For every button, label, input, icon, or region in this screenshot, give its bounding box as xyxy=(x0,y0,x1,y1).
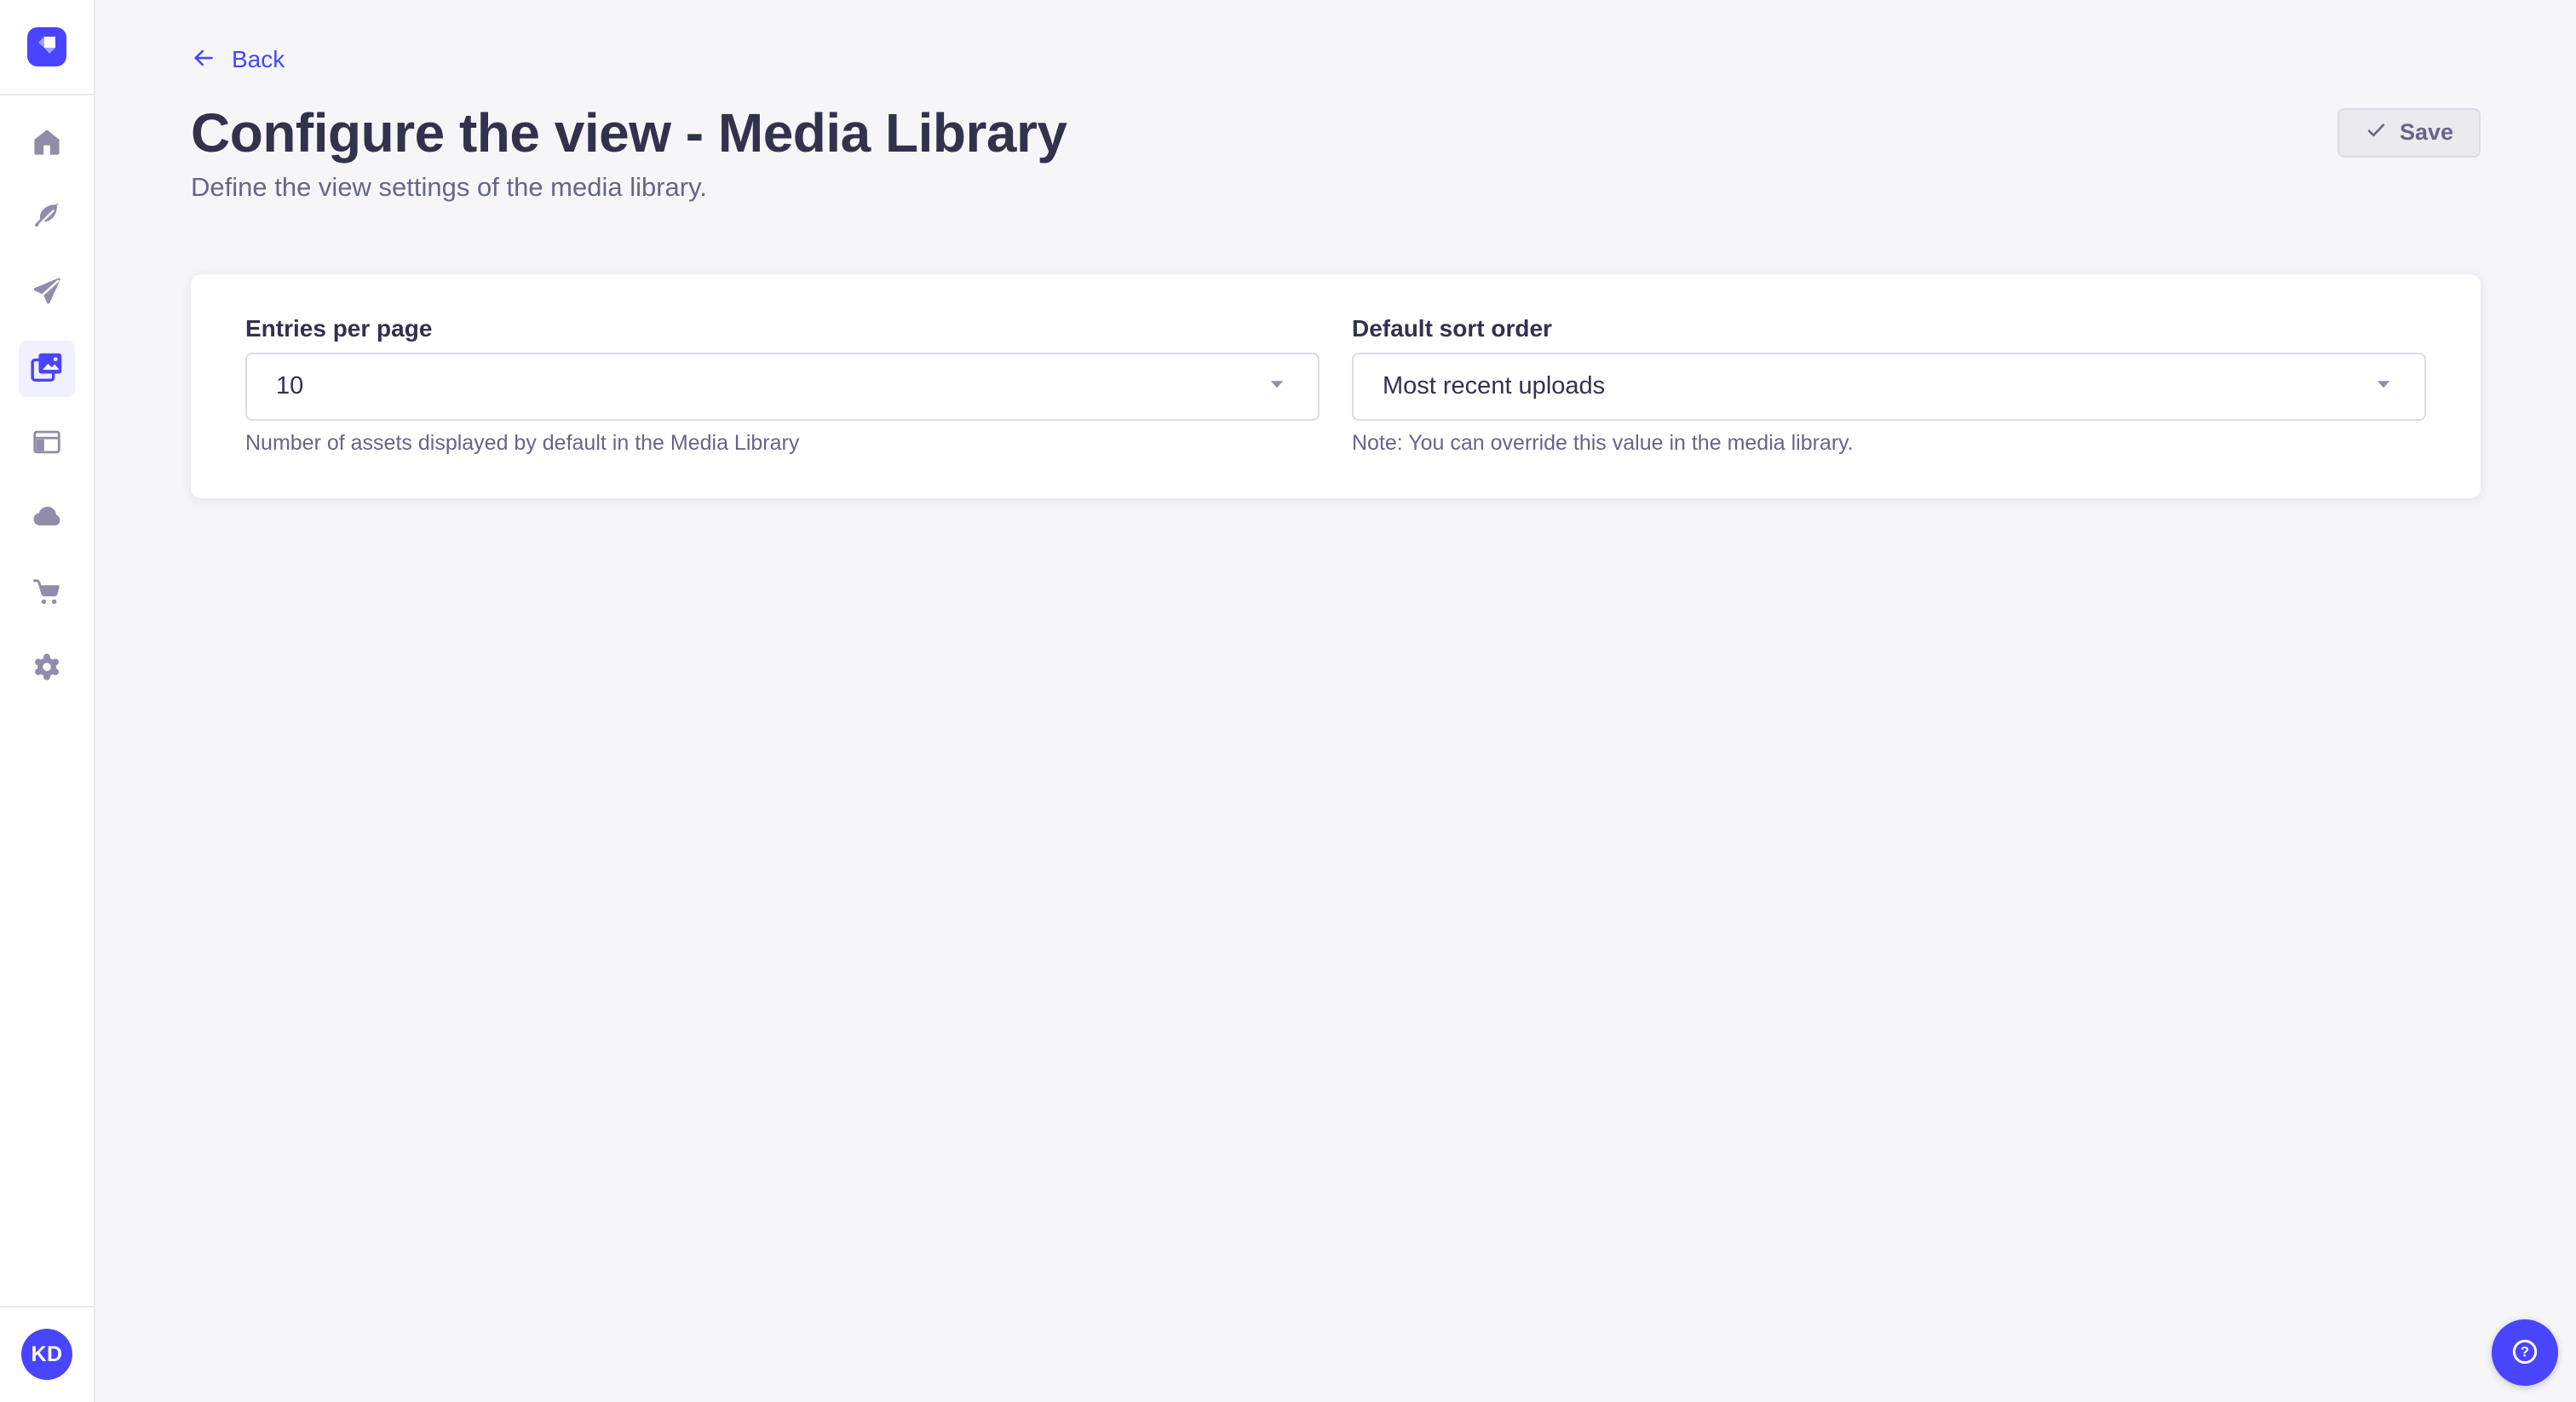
field-label: Entries per page xyxy=(245,315,1320,342)
back-link[interactable]: Back xyxy=(191,46,285,73)
field-hint: Note: You can override this value in the… xyxy=(1352,431,2426,456)
logo-section xyxy=(0,0,94,95)
sidebar: KD xyxy=(0,0,95,1402)
sidebar-item-content-type-builder[interactable] xyxy=(19,416,75,472)
back-label: Back xyxy=(232,46,285,73)
title-row: Configure the view - Media Library Save xyxy=(191,102,2481,164)
strapi-logo[interactable] xyxy=(27,27,66,66)
default-sort-order-select[interactable]: Most recent uploads xyxy=(1352,353,2426,421)
strapi-logo-icon xyxy=(27,26,66,69)
field-entries-per-page: Entries per page 10 Number of assets dis… xyxy=(245,315,1320,456)
svg-text:?: ? xyxy=(2521,1343,2529,1359)
field-label: Default sort order xyxy=(1352,315,2426,342)
sidebar-item-cloud[interactable] xyxy=(19,491,75,547)
user-avatar[interactable]: KD xyxy=(21,1329,72,1380)
entries-per-page-select[interactable]: 10 xyxy=(245,353,1320,421)
select-value: Most recent uploads xyxy=(1383,372,2372,400)
paper-plane-icon xyxy=(31,276,63,313)
chevron-down-icon xyxy=(2372,372,2395,400)
main-content: Back Configure the view - Media Library … xyxy=(95,0,2576,498)
save-button[interactable]: Save xyxy=(2337,108,2481,158)
feather-icon xyxy=(31,201,63,238)
sidebar-item-releases[interactable] xyxy=(19,266,75,322)
field-default-sort-order: Default sort order Most recent uploads N… xyxy=(1352,315,2426,456)
chevron-down-icon xyxy=(1265,372,1289,400)
media-library-icon xyxy=(27,348,66,391)
gear-icon xyxy=(31,651,63,687)
cart-icon xyxy=(31,576,63,612)
question-mark-icon: ? xyxy=(2509,1336,2541,1370)
sidebar-item-media-library[interactable] xyxy=(19,341,75,397)
field-hint: Number of assets displayed by default in… xyxy=(245,431,1320,456)
check-icon xyxy=(2365,118,2388,147)
save-button-label: Save xyxy=(2400,119,2453,146)
cloud-icon xyxy=(31,501,63,537)
page-title: Configure the view - Media Library xyxy=(191,102,2337,164)
view-settings-card: Entries per page 10 Number of assets dis… xyxy=(191,274,2481,498)
sidebar-nav xyxy=(0,95,94,697)
sidebar-footer: KD xyxy=(0,1306,94,1402)
sidebar-item-marketplace[interactable] xyxy=(19,566,75,622)
arrow-left-icon xyxy=(191,45,216,75)
home-icon xyxy=(31,126,63,163)
select-value: 10 xyxy=(276,372,1265,400)
layout-icon xyxy=(31,426,63,463)
sidebar-item-content-manager[interactable] xyxy=(19,191,75,247)
sidebar-item-home[interactable] xyxy=(19,116,75,172)
sidebar-item-settings[interactable] xyxy=(19,641,75,697)
page-subtitle: Define the view settings of the media li… xyxy=(191,172,2481,203)
help-button[interactable]: ? xyxy=(2492,1319,2558,1386)
